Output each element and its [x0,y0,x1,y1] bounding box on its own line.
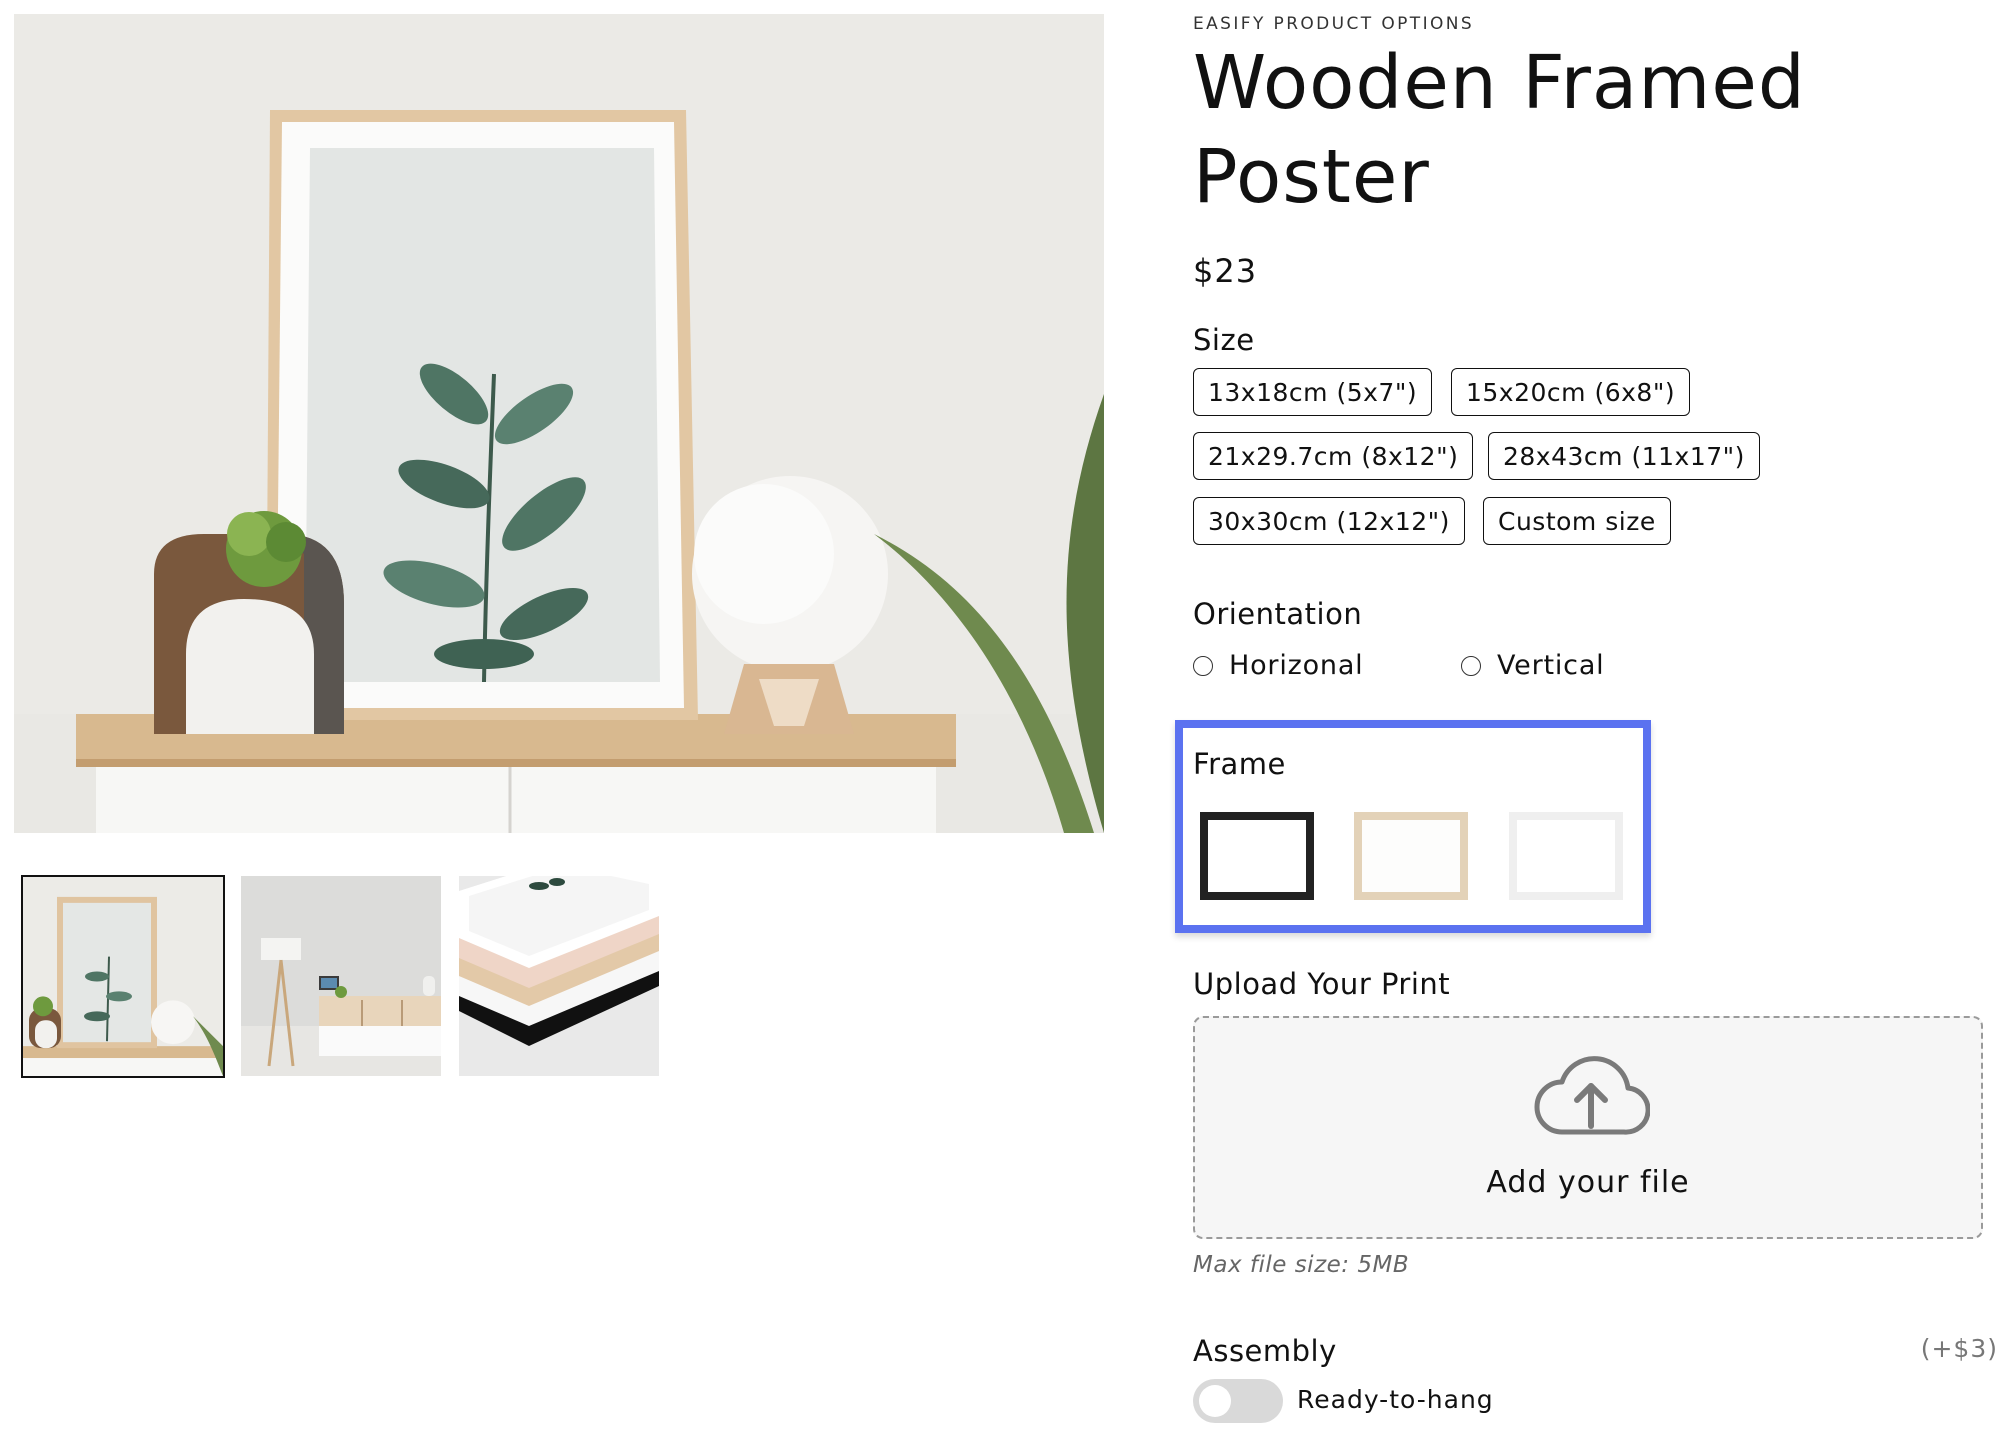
size-option-21x29-7[interactable]: 21x29.7cm (8x12") [1193,432,1474,480]
radio-circle-icon[interactable] [1193,655,1213,676]
thumbnail-living-room[interactable] [241,876,441,1076]
assembly-price-addon: (+$3) [1920,1334,1996,1363]
framed-poster-photo [14,14,1104,833]
frame-swatch-white[interactable] [1509,812,1623,900]
upload-label: Upload Your Print [1193,967,1451,1001]
thumbnail-image [459,876,659,1076]
orientation-vertical-label: Vertical [1497,650,1605,681]
size-option-28x43[interactable]: 28x43cm (11x17") [1488,432,1760,480]
add-file-text: Add your file [1486,1165,1690,1200]
orientation-horizontal-radio[interactable]: Horizonal [1193,650,1363,681]
size-label: Size [1193,323,1255,357]
size-option-15x20[interactable]: 15x20cm (6x8") [1451,368,1691,416]
frame-label: Frame [1193,747,1286,781]
product-price: $23 [1193,252,1258,290]
thumbnail-image [241,876,441,1076]
orientation-label: Orientation [1193,597,1363,631]
ready-to-hang-label: Ready-to-hang [1297,1385,1494,1414]
file-upload-dropzone[interactable]: Add your file [1193,1016,1983,1239]
product-title: Wooden Framed Poster [1193,40,1806,220]
orientation-vertical-radio[interactable]: Vertical [1461,650,1604,681]
cloud-upload-icon [1534,1056,1650,1135]
orientation-horizontal-label: Horizonal [1229,650,1364,681]
radio-circle-icon[interactable] [1461,655,1481,676]
vendor-name: EASIFY PRODUCT OPTIONS [1193,14,1475,34]
frame-swatch-black[interactable] [1200,812,1314,900]
size-option-30x30[interactable]: 30x30cm (12x12") [1193,497,1465,545]
size-option-custom[interactable]: Custom size [1483,497,1671,545]
ready-to-hang-toggle[interactable] [1193,1379,1283,1423]
toggle-knob [1199,1385,1231,1417]
size-option-13x18[interactable]: 13x18cm (5x7") [1193,368,1433,416]
thumbnail-stacked-frames[interactable] [459,876,659,1076]
max-file-size-hint: Max file size: 5MB [1193,1252,1410,1278]
frame-swatch-natural-wood[interactable] [1354,812,1468,900]
assembly-label: Assembly [1193,1334,1337,1368]
thumbnail-image [23,877,223,1076]
main-product-image[interactable] [14,14,1104,833]
thumbnail-framed-poster[interactable] [21,875,225,1078]
